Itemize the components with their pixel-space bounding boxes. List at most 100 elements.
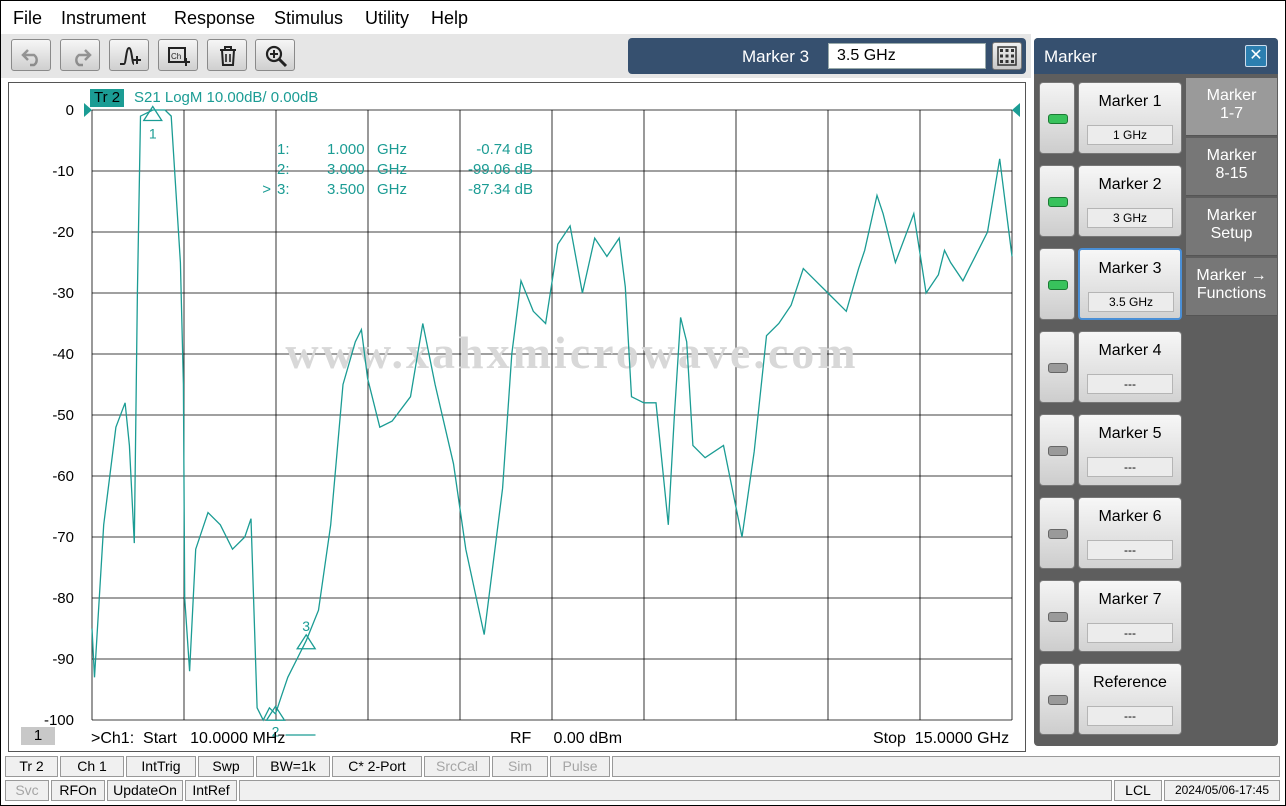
status-cell[interactable]: IntTrig	[126, 756, 196, 777]
marker-label: 3	[302, 618, 310, 634]
marker-toggle-button[interactable]	[1039, 663, 1075, 735]
add-trace-button[interactable]	[109, 39, 149, 71]
rf-power[interactable]: RF 0.00 dBm	[510, 730, 622, 748]
status-cell[interactable]: Pulse	[550, 756, 610, 777]
marker-value-field[interactable]: ---	[1087, 374, 1173, 394]
marker-value-field[interactable]: ---	[1087, 706, 1173, 726]
marker-readout-value: -87.34 dB	[467, 181, 533, 198]
status-cell[interactable]: Tr 2	[5, 756, 58, 777]
undo-button[interactable]	[11, 39, 51, 71]
tab-label: 1-7	[1219, 105, 1244, 122]
tab-marker-setup[interactable]: Marker Setup	[1186, 198, 1277, 256]
undo-icon	[21, 49, 38, 67]
marker-select-button[interactable]: Marker 5 ---	[1078, 414, 1182, 486]
channel-add-icon: Ch	[168, 47, 190, 66]
status-cell[interactable]: BW=1k	[256, 756, 330, 777]
status-cell[interactable]: SrcCal	[424, 756, 490, 777]
y-tick-label: -80	[52, 590, 74, 607]
marker-toggle-button[interactable]	[1039, 82, 1075, 154]
marker-entry-bar: Marker 3 3.5 GHz	[628, 38, 1026, 74]
marker-toggle-button[interactable]	[1039, 248, 1075, 320]
status-cell[interactable]: UpdateOn	[107, 780, 183, 801]
tab-label: 8-15	[1215, 165, 1248, 182]
marker-select-button[interactable]: Marker 7 ---	[1078, 580, 1182, 652]
tab-label: Setup	[1210, 225, 1253, 242]
keypad-icon	[997, 46, 1017, 66]
y-tick-label: 0	[66, 102, 74, 119]
marker-toggle-button[interactable]	[1039, 580, 1075, 652]
marker-select-button[interactable]: Marker 1 1 GHz	[1078, 82, 1182, 154]
start-frequency[interactable]: >Ch1: Start 10.0000 MHz	[91, 730, 285, 748]
menu-file[interactable]: File	[13, 8, 42, 29]
marker-select-button[interactable]: Marker 4 ---	[1078, 331, 1182, 403]
stop-frequency[interactable]: Stop 15.0000 GHz	[873, 730, 1009, 748]
y-tick-label: -70	[52, 529, 74, 546]
marker-value-field[interactable]: ---	[1087, 540, 1173, 560]
tab-marker-functions[interactable]: Marker → Functions	[1186, 258, 1277, 316]
redo-button[interactable]	[60, 39, 100, 71]
marker-value-field[interactable]: ---	[1087, 457, 1173, 477]
marker-readout-value: -99.06 dB	[467, 161, 533, 178]
marker-toggle-button[interactable]	[1039, 497, 1075, 569]
marker-readout-id: 2:	[277, 161, 290, 178]
marker-toggle-button[interactable]	[1039, 331, 1075, 403]
marker-select-button[interactable]: Marker 3 3.5 GHz	[1078, 248, 1182, 320]
zoom-icon	[265, 45, 288, 68]
menu-stimulus[interactable]: Stimulus	[274, 8, 343, 29]
status-cell[interactable]: Swp	[198, 756, 254, 777]
delete-button[interactable]	[207, 39, 247, 71]
marker-value-field[interactable]: 1 GHz	[1087, 125, 1173, 145]
menu-help[interactable]: Help	[431, 8, 468, 29]
tab-label: Functions	[1196, 285, 1267, 302]
delete-icon	[220, 46, 236, 66]
trace-description[interactable]: S21 LogM 10.00dB/ 0.00dB	[134, 89, 318, 106]
y-tick-label: -10	[52, 163, 74, 180]
status-led-icon	[1048, 363, 1068, 373]
marker-toggle-button[interactable]	[1039, 165, 1075, 237]
marker-label: Marker 1	[1098, 93, 1162, 110]
status-cell[interactable]: C* 2-Port	[332, 756, 422, 777]
status-cell[interactable]: Svc	[5, 780, 49, 801]
marker-toggle-button[interactable]	[1039, 414, 1075, 486]
marker-select-button[interactable]: Marker 2 3 GHz	[1078, 165, 1182, 237]
channel-indicator[interactable]: 1	[21, 727, 55, 745]
status-led-icon	[1048, 695, 1068, 705]
status-cell[interactable]: Ch 1	[60, 756, 124, 777]
marker-readout-id: 3:	[277, 181, 290, 198]
tab-marker-8-15[interactable]: Marker 8-15	[1186, 138, 1277, 196]
close-button[interactable]: ✕	[1245, 45, 1267, 67]
datetime: 2024/05/06-17:45	[1164, 780, 1280, 801]
keypad-button[interactable]	[992, 42, 1022, 70]
trace-label[interactable]: Tr 2	[90, 89, 125, 107]
close-icon: ✕	[1249, 47, 1263, 64]
marker-readout-id: 1:	[277, 141, 290, 158]
menu-utility[interactable]: Utility	[365, 8, 409, 29]
marker-value-field[interactable]: ---	[1087, 623, 1173, 643]
add-trace-icon	[120, 46, 141, 65]
status-filler	[239, 780, 1112, 801]
chart-area[interactable]: 0 -10 -20 -30 -40 -50 -60 -70 -80 -90 -100 www.xahx…	[8, 82, 1026, 752]
marker-select-button[interactable]: Marker 6 ---	[1078, 497, 1182, 569]
tab-marker-1-7[interactable]: Marker 1-7	[1186, 78, 1277, 136]
marker-label: Marker 6	[1098, 508, 1162, 525]
zoom-button[interactable]	[255, 39, 295, 71]
marker-frequency-input[interactable]: 3.5 GHz	[828, 43, 986, 69]
marker-label: Reference	[1093, 674, 1167, 691]
marker-value-field[interactable]: 3 GHz	[1087, 208, 1173, 228]
marker-value-field[interactable]: 3.5 GHz	[1088, 292, 1174, 312]
y-tick-label: -40	[52, 346, 74, 363]
y-tick-label: -50	[52, 407, 74, 424]
status-led-icon	[1048, 114, 1068, 124]
status-cell[interactable]: RFOn	[51, 780, 105, 801]
menu-response[interactable]: Response	[174, 8, 255, 29]
y-tick-label: -30	[52, 285, 74, 302]
status-cell[interactable]: IntRef	[185, 780, 237, 801]
add-channel-button[interactable]: Ch	[158, 39, 198, 71]
local-status[interactable]: LCL	[1114, 780, 1162, 801]
tab-label: Marker	[1206, 147, 1257, 164]
menu-instrument[interactable]: Instrument	[61, 8, 146, 29]
status-cell[interactable]: Sim	[492, 756, 548, 777]
panel-title: Marker	[1044, 47, 1097, 66]
marker-select-button[interactable]: Reference ---	[1078, 663, 1182, 735]
redo-icon	[75, 49, 92, 67]
